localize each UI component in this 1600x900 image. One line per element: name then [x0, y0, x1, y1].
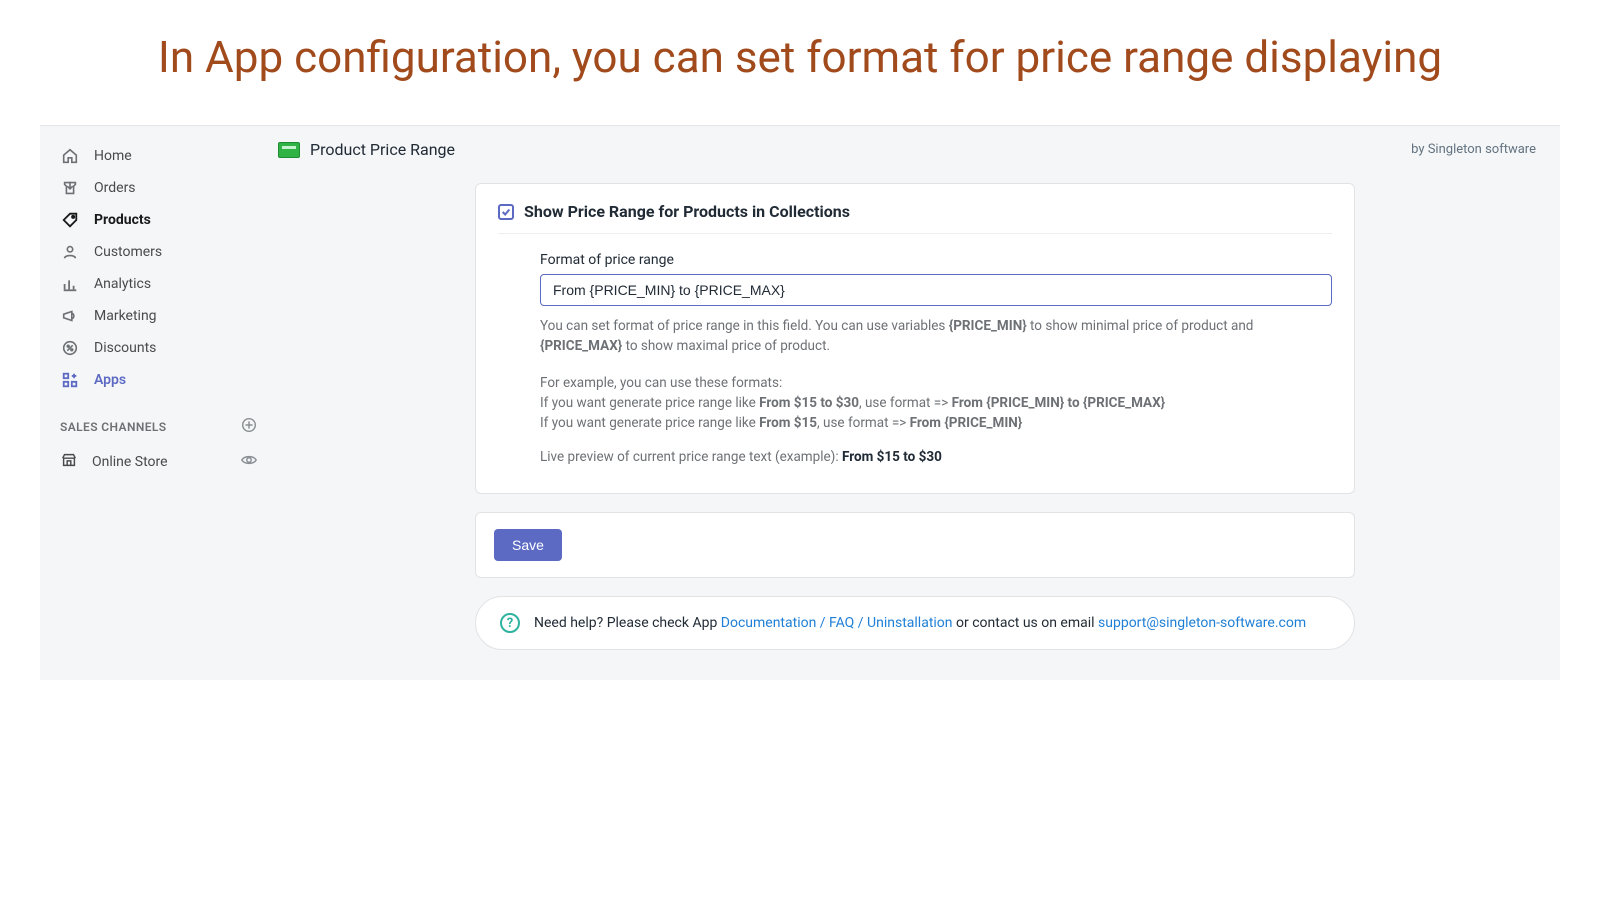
sidebar-item-label: Customers: [94, 244, 162, 260]
add-channel-button[interactable]: [240, 416, 258, 437]
channel-online-store[interactable]: Online Store: [54, 445, 264, 479]
main-panel: Product Price Range by Singleton softwar…: [270, 126, 1560, 680]
help-docs-link[interactable]: Documentation / FAQ / Uninstallation: [721, 615, 953, 631]
live-preview: Live preview of current price range text…: [540, 449, 1332, 465]
sales-channels-label: SALES CHANNELS: [60, 420, 167, 434]
save-card: Save: [475, 512, 1355, 578]
sidebar-item-label: Orders: [94, 180, 136, 196]
hero-heading: In App configuration, you can set format…: [0, 0, 1600, 125]
format-input[interactable]: [540, 274, 1332, 306]
sidebar-item-orders[interactable]: Orders: [54, 172, 264, 204]
app-icon: [278, 142, 300, 158]
sidebar-item-analytics[interactable]: Analytics: [54, 268, 264, 300]
sales-channels-header: SALES CHANNELS: [54, 396, 264, 445]
settings-card: Show Price Range for Products in Collect…: [475, 183, 1355, 494]
sidebar-item-customers[interactable]: Customers: [54, 236, 264, 268]
sidebar: Home Orders Products Customers Analytics: [40, 126, 270, 680]
sidebar-item-label: Discounts: [94, 340, 156, 356]
help-email-link[interactable]: support@singleton-software.com: [1098, 615, 1306, 631]
sidebar-item-products[interactable]: Products: [54, 204, 264, 236]
enable-checkbox[interactable]: [498, 204, 514, 220]
sidebar-item-home[interactable]: Home: [54, 140, 264, 172]
home-icon: [60, 146, 80, 166]
marketing-icon: [60, 306, 80, 326]
app-byline: by Singleton software: [1411, 142, 1536, 157]
customers-icon: [60, 242, 80, 262]
help-bar: ? Need help? Please check App Documentat…: [475, 596, 1355, 650]
channel-label: Online Store: [92, 454, 168, 470]
app-topbar: Product Price Range by Singleton softwar…: [270, 126, 1560, 173]
app-title: Product Price Range: [310, 140, 455, 159]
app-shell: Home Orders Products Customers Analytics: [40, 125, 1560, 680]
apps-icon: [60, 370, 80, 390]
save-button: Save: [494, 529, 562, 561]
sidebar-item-apps[interactable]: Apps: [54, 364, 264, 396]
sidebar-item-label: Apps: [94, 372, 126, 388]
products-icon: [60, 210, 80, 230]
sidebar-item-label: Marketing: [94, 308, 157, 324]
sidebar-item-label: Home: [94, 148, 132, 164]
discounts-icon: [60, 338, 80, 358]
store-icon: [60, 451, 78, 473]
card-title: Show Price Range for Products in Collect…: [524, 202, 850, 221]
sidebar-item-discounts[interactable]: Discounts: [54, 332, 264, 364]
help-icon: ?: [500, 613, 520, 633]
sidebar-item-label: Products: [94, 212, 151, 228]
sidebar-item-marketing[interactable]: Marketing: [54, 300, 264, 332]
help-middle: or contact us on email: [953, 615, 1099, 631]
help-text: You can set format of price range in thi…: [540, 316, 1332, 433]
format-field-label: Format of price range: [540, 252, 1332, 268]
orders-icon: [60, 178, 80, 198]
eye-icon[interactable]: [240, 451, 258, 473]
sidebar-item-label: Analytics: [94, 276, 151, 292]
help-prefix: Need help? Please check App: [534, 615, 721, 631]
analytics-icon: [60, 274, 80, 294]
